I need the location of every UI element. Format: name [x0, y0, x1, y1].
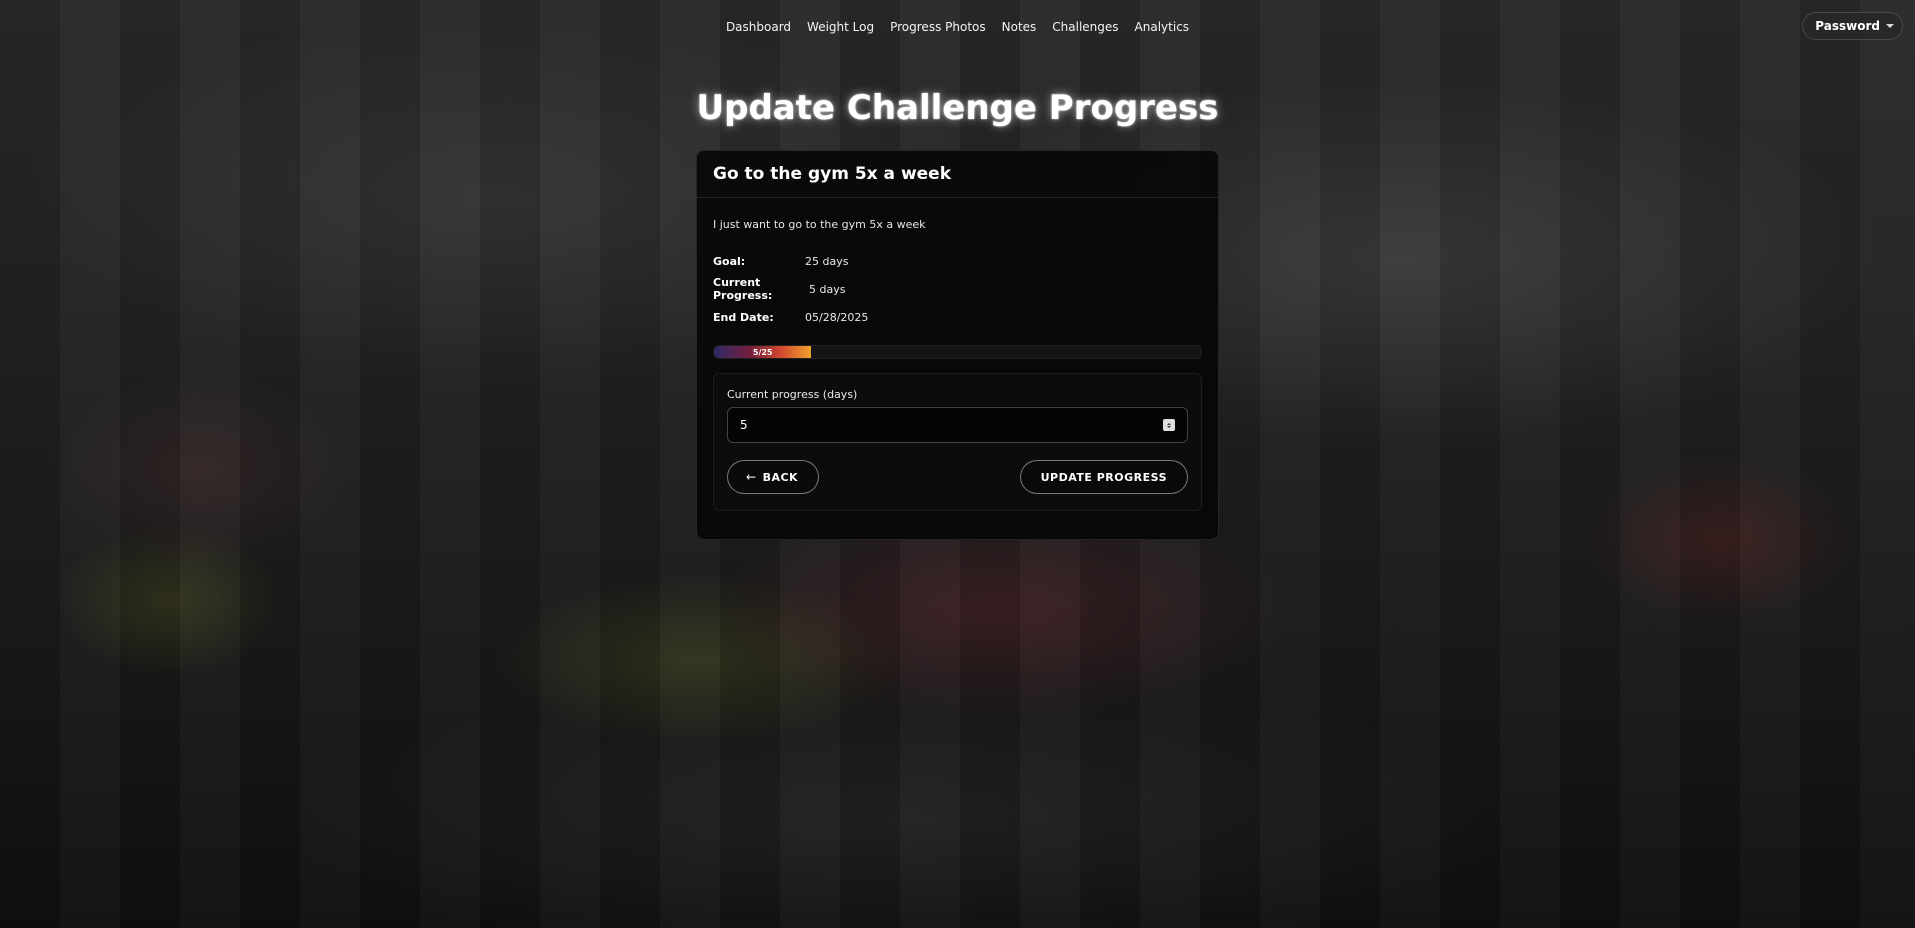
update-progress-button[interactable]: UPDATE PROGRESS — [1019, 460, 1188, 494]
nav-item-analytics[interactable]: Analytics — [1127, 18, 1198, 36]
goal-value: 25 days — [805, 254, 849, 268]
nav-item-challenges[interactable]: Challenges — [1044, 18, 1126, 36]
progress-text: 5/25 — [752, 347, 773, 357]
goal-row: Goal: 25 days — [713, 247, 1202, 275]
card-body: I just want to go to the gym 5x a week G… — [697, 198, 1218, 511]
nav-item-notes[interactable]: Notes — [994, 18, 1045, 36]
nav-item-progress-photos[interactable]: Progress Photos — [882, 18, 994, 36]
end-date-label: End Date: — [713, 310, 774, 324]
progress-input[interactable] — [728, 408, 1187, 442]
progress-bar-fill: 5/25 — [714, 346, 812, 358]
nav-item-dashboard[interactable]: Dashboard — [718, 18, 799, 36]
current-progress-label: Current Progress: — [713, 276, 773, 302]
progress-field-label: Current progress (days) — [727, 388, 858, 401]
current-progress-row: Current Progress: 5 days — [713, 275, 1202, 303]
user-menu-label: Password — [1815, 19, 1880, 33]
user-menu-button[interactable]: Password — [1802, 12, 1903, 40]
form-actions: ← BACK UPDATE PROGRESS — [727, 460, 1188, 494]
progress-bar: 5/25 — [713, 345, 1202, 359]
back-button-label: BACK — [762, 470, 799, 484]
card-header: Go to the gym 5x a week — [697, 151, 1218, 198]
update-progress-form: Current progress (days) ← BACK UPDATE PR… — [713, 373, 1202, 511]
end-date-row: End Date: 05/28/2025 — [713, 303, 1202, 331]
number-stepper-icon[interactable] — [1163, 419, 1175, 431]
goal-label: Goal: — [713, 254, 746, 268]
progress-input-wrapper — [727, 407, 1188, 443]
current-progress-value: 5 days — [809, 282, 846, 296]
end-date-value: 05/28/2025 — [805, 310, 869, 324]
nav-item-weight-log[interactable]: Weight Log — [799, 18, 882, 36]
update-progress-button-label: UPDATE PROGRESS — [1040, 470, 1167, 484]
back-button[interactable]: ← BACK — [727, 460, 820, 494]
arrow-left-icon: ← — [746, 470, 757, 484]
page-title: Update Challenge Progress — [696, 88, 1219, 128]
challenge-description: I just want to go to the gym 5x a week — [713, 218, 926, 231]
chevron-down-icon — [1886, 24, 1894, 28]
challenge-card: Go to the gym 5x a week I just want to g… — [696, 150, 1219, 540]
main-nav: Dashboard Weight Log Progress Photos Not… — [0, 18, 1915, 36]
challenge-title: Go to the gym 5x a week — [713, 164, 952, 184]
